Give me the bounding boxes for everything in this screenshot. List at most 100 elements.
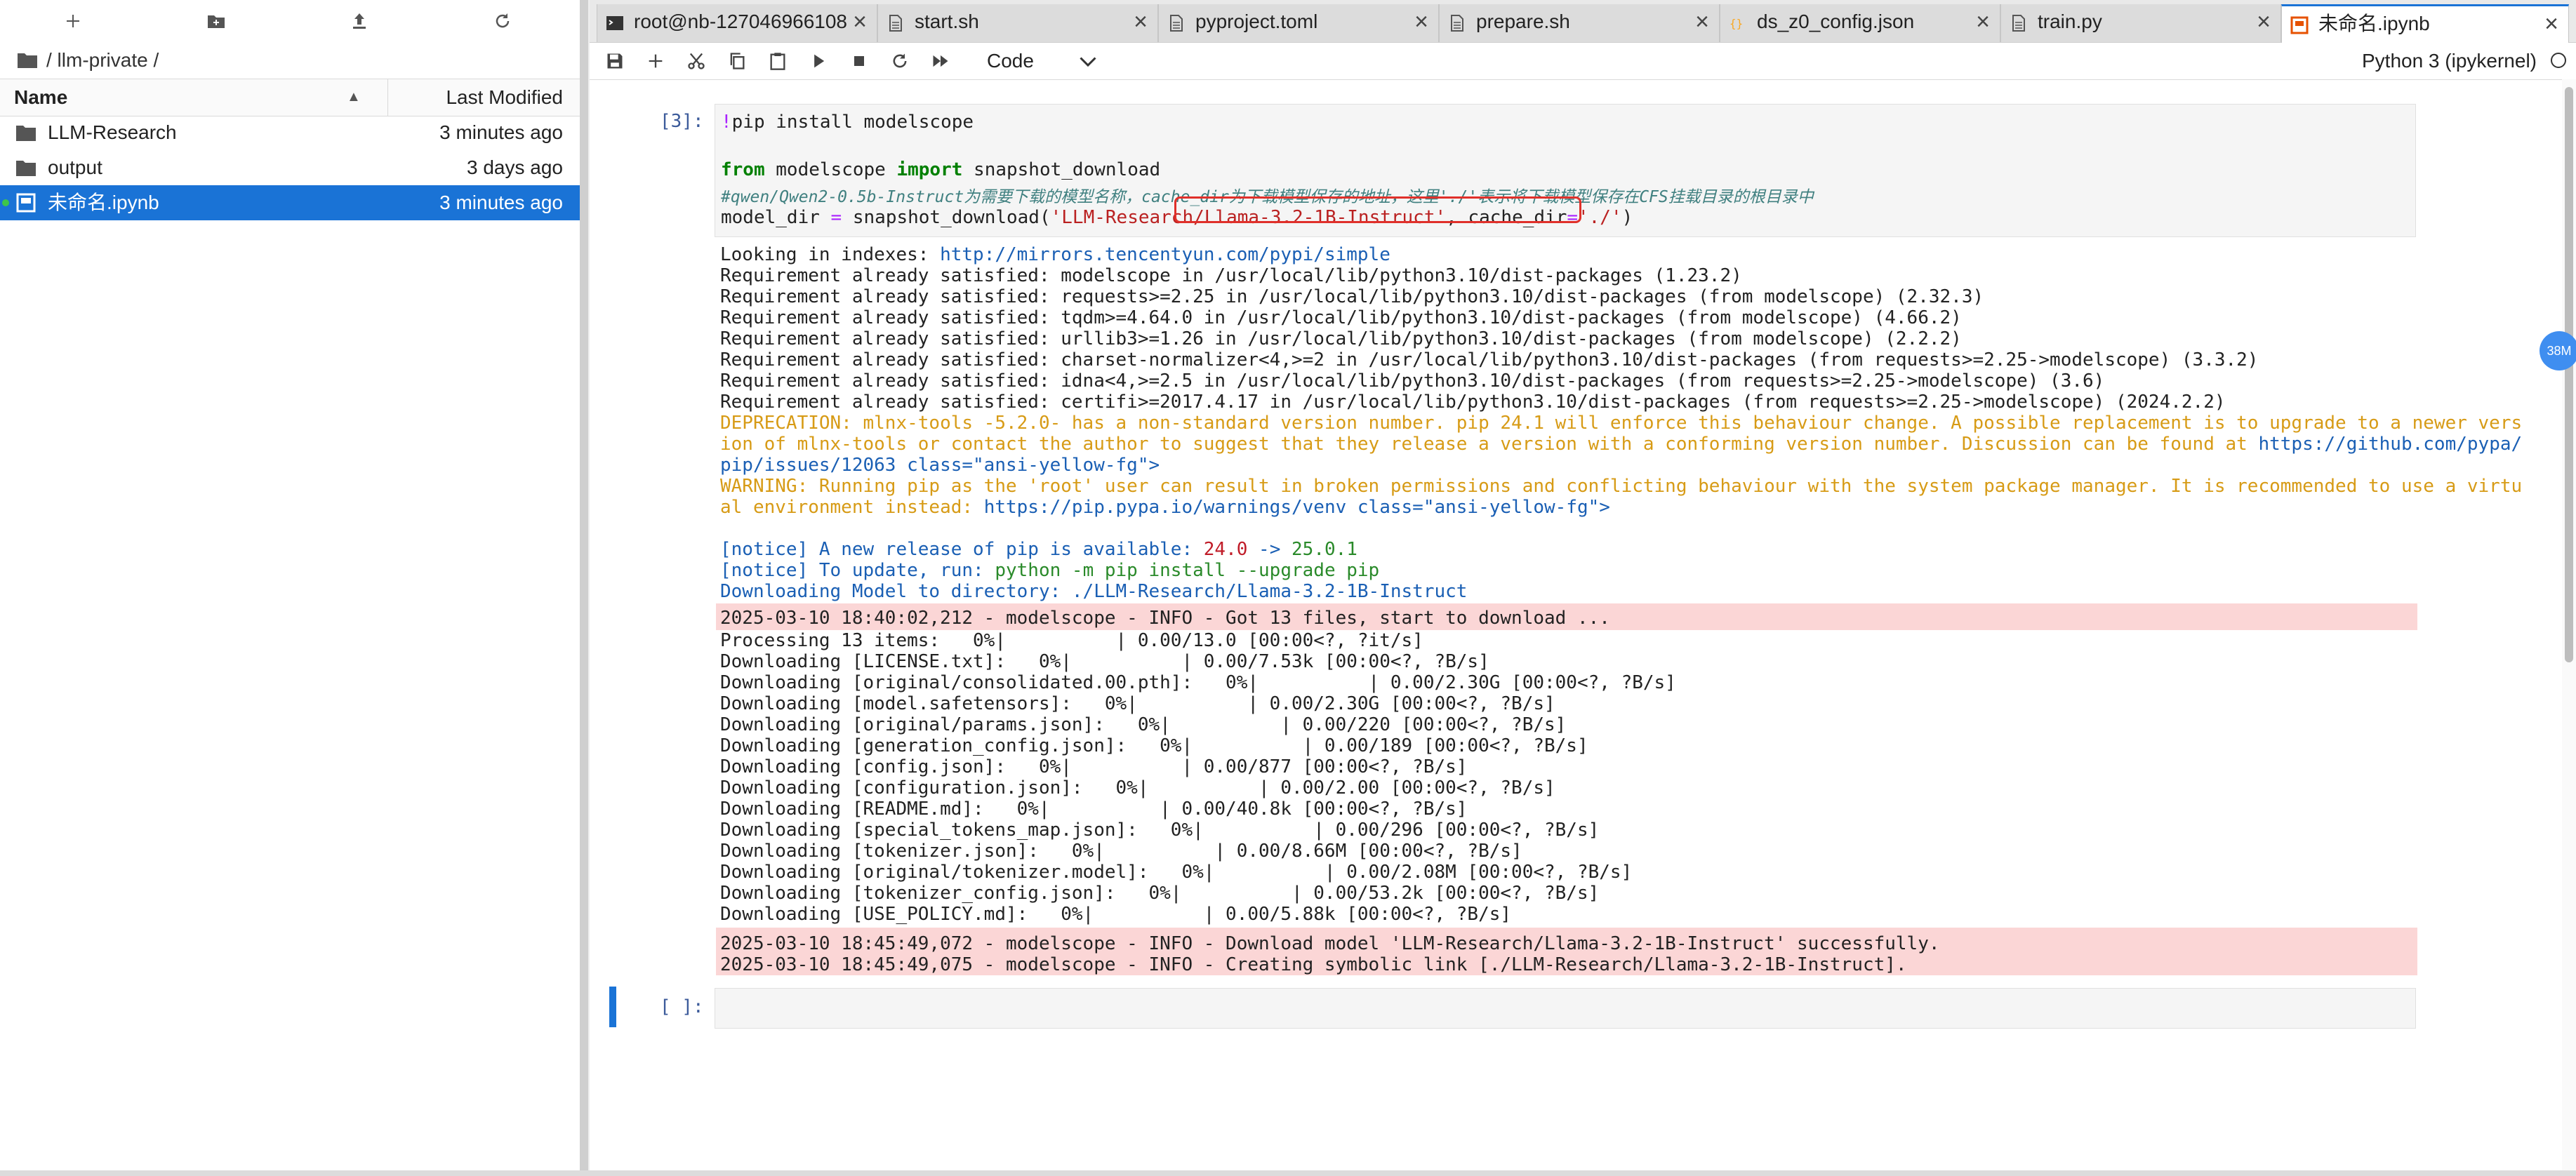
file-modified: 3 days ago bbox=[467, 156, 563, 178]
output-text: 25.0.1 bbox=[1292, 539, 1357, 560]
output-link-line[interactable]: pip/issues/12063 class="ansi-yellow-fg"> bbox=[720, 455, 1160, 476]
notebook-icon bbox=[16, 193, 36, 213]
breadcrumb[interactable]: / llm-private / bbox=[17, 46, 159, 74]
close-icon[interactable]: × bbox=[2544, 6, 2558, 41]
terminal-icon bbox=[606, 16, 623, 30]
output-text: -> bbox=[1247, 539, 1292, 560]
json-icon: {} bbox=[1729, 17, 1743, 30]
svg-text:{}: {} bbox=[1729, 17, 1743, 30]
code-token: ) bbox=[1621, 207, 1633, 228]
file-name: 未命名.ipynb bbox=[48, 192, 159, 213]
close-icon[interactable]: × bbox=[2257, 4, 2271, 39]
copy-icon[interactable] bbox=[723, 48, 751, 74]
output-warning-line: al environment instead: https://pip.pypa… bbox=[720, 497, 1610, 518]
progress-line: Downloading [original/consolidated.00.pt… bbox=[720, 672, 1676, 693]
tab-terminal[interactable]: root@nb-127046966108 × bbox=[597, 4, 877, 42]
main-area: root@nb-127046966108 × start.sh × pyproj… bbox=[590, 0, 2576, 1170]
progress-line: Downloading [original/tokenizer.model]: … bbox=[720, 862, 1633, 883]
folder-icon bbox=[16, 126, 36, 141]
column-name-header[interactable]: Name bbox=[14, 79, 67, 116]
code-token: import bbox=[896, 159, 963, 180]
status-bar bbox=[0, 1170, 2576, 1176]
new-launcher-icon[interactable] bbox=[51, 6, 95, 36]
cut-icon[interactable] bbox=[682, 48, 710, 74]
output-warning-line: WARNING: Running pip as the 'root' user … bbox=[720, 476, 2523, 497]
stop-icon[interactable] bbox=[845, 48, 873, 74]
tab-label: root@nb-127046966108 bbox=[634, 11, 848, 32]
file-icon bbox=[889, 15, 902, 32]
tab-start-sh[interactable]: start.sh × bbox=[877, 4, 1158, 42]
output-line: Downloading Model to directory: ./LLM-Re… bbox=[720, 581, 1468, 602]
output-link[interactable]: http://mirrors.tencentyun.com/pypi/simpl… bbox=[940, 244, 1390, 265]
add-cell-icon[interactable] bbox=[642, 48, 670, 74]
file-icon bbox=[1451, 15, 1463, 32]
output-warning-line: ion of mlnx-tools or contact the author … bbox=[720, 434, 2522, 455]
file-browser-toolbar bbox=[0, 0, 580, 42]
output-text: 24.0 bbox=[1203, 539, 1248, 560]
file-name: output bbox=[48, 156, 102, 178]
file-name: LLM-Research bbox=[48, 121, 177, 143]
column-divider[interactable] bbox=[387, 79, 388, 116]
code-token: from bbox=[721, 159, 765, 180]
output-link[interactable]: https://github.com/pypa/ bbox=[2258, 434, 2522, 455]
cell-prompt: [3]: bbox=[660, 111, 704, 132]
close-icon[interactable]: × bbox=[1695, 4, 1709, 39]
close-icon[interactable]: × bbox=[1414, 4, 1428, 39]
file-list-item[interactable]: LLM-Research 3 minutes ago bbox=[0, 115, 580, 150]
restart-icon[interactable] bbox=[886, 48, 914, 74]
sort-ascending-icon[interactable]: ▲ bbox=[347, 89, 361, 105]
code-token: = bbox=[830, 207, 842, 228]
code-line: !pip install modelscope bbox=[721, 112, 974, 133]
output-text: To update, run: bbox=[808, 560, 995, 581]
output-notice-line: [notice] A new release of pip is availab… bbox=[720, 539, 1357, 560]
code-cell-input[interactable]: !pip install modelscope from modelscope … bbox=[715, 104, 2416, 237]
cell-type-select[interactable]: Code bbox=[987, 47, 1034, 75]
tab-label: pyproject.toml bbox=[1195, 11, 1318, 32]
panel-splitter[interactable] bbox=[580, 0, 588, 1170]
tab-train-py[interactable]: train.py × bbox=[2000, 4, 2281, 42]
tab-notebook[interactable]: 未命名.ipynb × bbox=[2281, 4, 2569, 43]
file-list-item[interactable]: output 3 days ago bbox=[0, 150, 580, 185]
close-icon[interactable]: × bbox=[1976, 4, 1990, 39]
paste-icon[interactable] bbox=[764, 48, 792, 74]
output-line: Requirement already satisfied: certifi>=… bbox=[720, 392, 2226, 413]
tab-prepare-sh[interactable]: prepare.sh × bbox=[1439, 4, 1720, 42]
file-modified: 3 minutes ago bbox=[439, 192, 563, 213]
code-token: model_dir bbox=[721, 207, 831, 228]
output-warning-line: DEPRECATION: mlnx-tools -5.2.0- has a no… bbox=[720, 413, 2523, 434]
upload-icon[interactable] bbox=[337, 6, 382, 36]
run-icon[interactable] bbox=[804, 48, 832, 74]
output-notice-line: [notice] To update, run: python -m pip i… bbox=[720, 560, 1379, 581]
output-text: al environment instead: bbox=[720, 497, 984, 518]
file-icon bbox=[1170, 15, 1183, 32]
file-list-header: Name ▲ Last Modified bbox=[0, 79, 580, 116]
file-modified: 3 minutes ago bbox=[439, 121, 563, 143]
tab-pyproject-toml[interactable]: pyproject.toml × bbox=[1158, 4, 1439, 42]
chevron-down-icon[interactable] bbox=[1075, 48, 1101, 74]
code-token: modelscope bbox=[764, 159, 897, 180]
save-icon[interactable] bbox=[601, 48, 629, 74]
close-icon[interactable]: × bbox=[1134, 4, 1148, 39]
progress-line: Downloading [original/params.json]: 0%| … bbox=[720, 714, 1567, 735]
folder-icon bbox=[18, 53, 37, 68]
tab-label: train.py bbox=[2038, 11, 2102, 32]
refresh-icon[interactable] bbox=[480, 6, 525, 36]
output-link[interactable]: https://pip.pypa.io/warnings/venv class=… bbox=[984, 497, 1610, 518]
fast-forward-icon[interactable] bbox=[927, 48, 955, 74]
code-token: ! bbox=[721, 112, 732, 133]
file-list-item-selected[interactable]: 未命名.ipynb 3 minutes ago bbox=[0, 185, 580, 220]
scrollbar-thumb[interactable] bbox=[2565, 87, 2573, 662]
memory-usage-badge[interactable]: 38M bbox=[2540, 331, 2576, 370]
tab-ds-z0-config-json[interactable]: {} ds_z0_config.json × bbox=[1720, 4, 2000, 42]
breadcrumb-path[interactable]: / llm-private / bbox=[46, 49, 159, 72]
kernel-name[interactable]: Python 3 (ipykernel) bbox=[2362, 47, 2537, 75]
column-modified-header[interactable]: Last Modified bbox=[446, 79, 563, 116]
tab-label: 未命名.ipynb bbox=[2318, 13, 2430, 34]
output-line: Requirement already satisfied: requests>… bbox=[720, 286, 1984, 307]
code-cell-input-empty[interactable] bbox=[715, 988, 2416, 1029]
close-icon[interactable]: × bbox=[853, 4, 867, 39]
progress-line: Downloading [generation_config.json]: 0%… bbox=[720, 735, 1588, 756]
progress-line: Downloading [tokenizer.json]: 0%| | 0.00… bbox=[720, 841, 1522, 862]
tab-label: start.sh bbox=[915, 11, 979, 32]
new-folder-icon[interactable] bbox=[194, 6, 239, 36]
